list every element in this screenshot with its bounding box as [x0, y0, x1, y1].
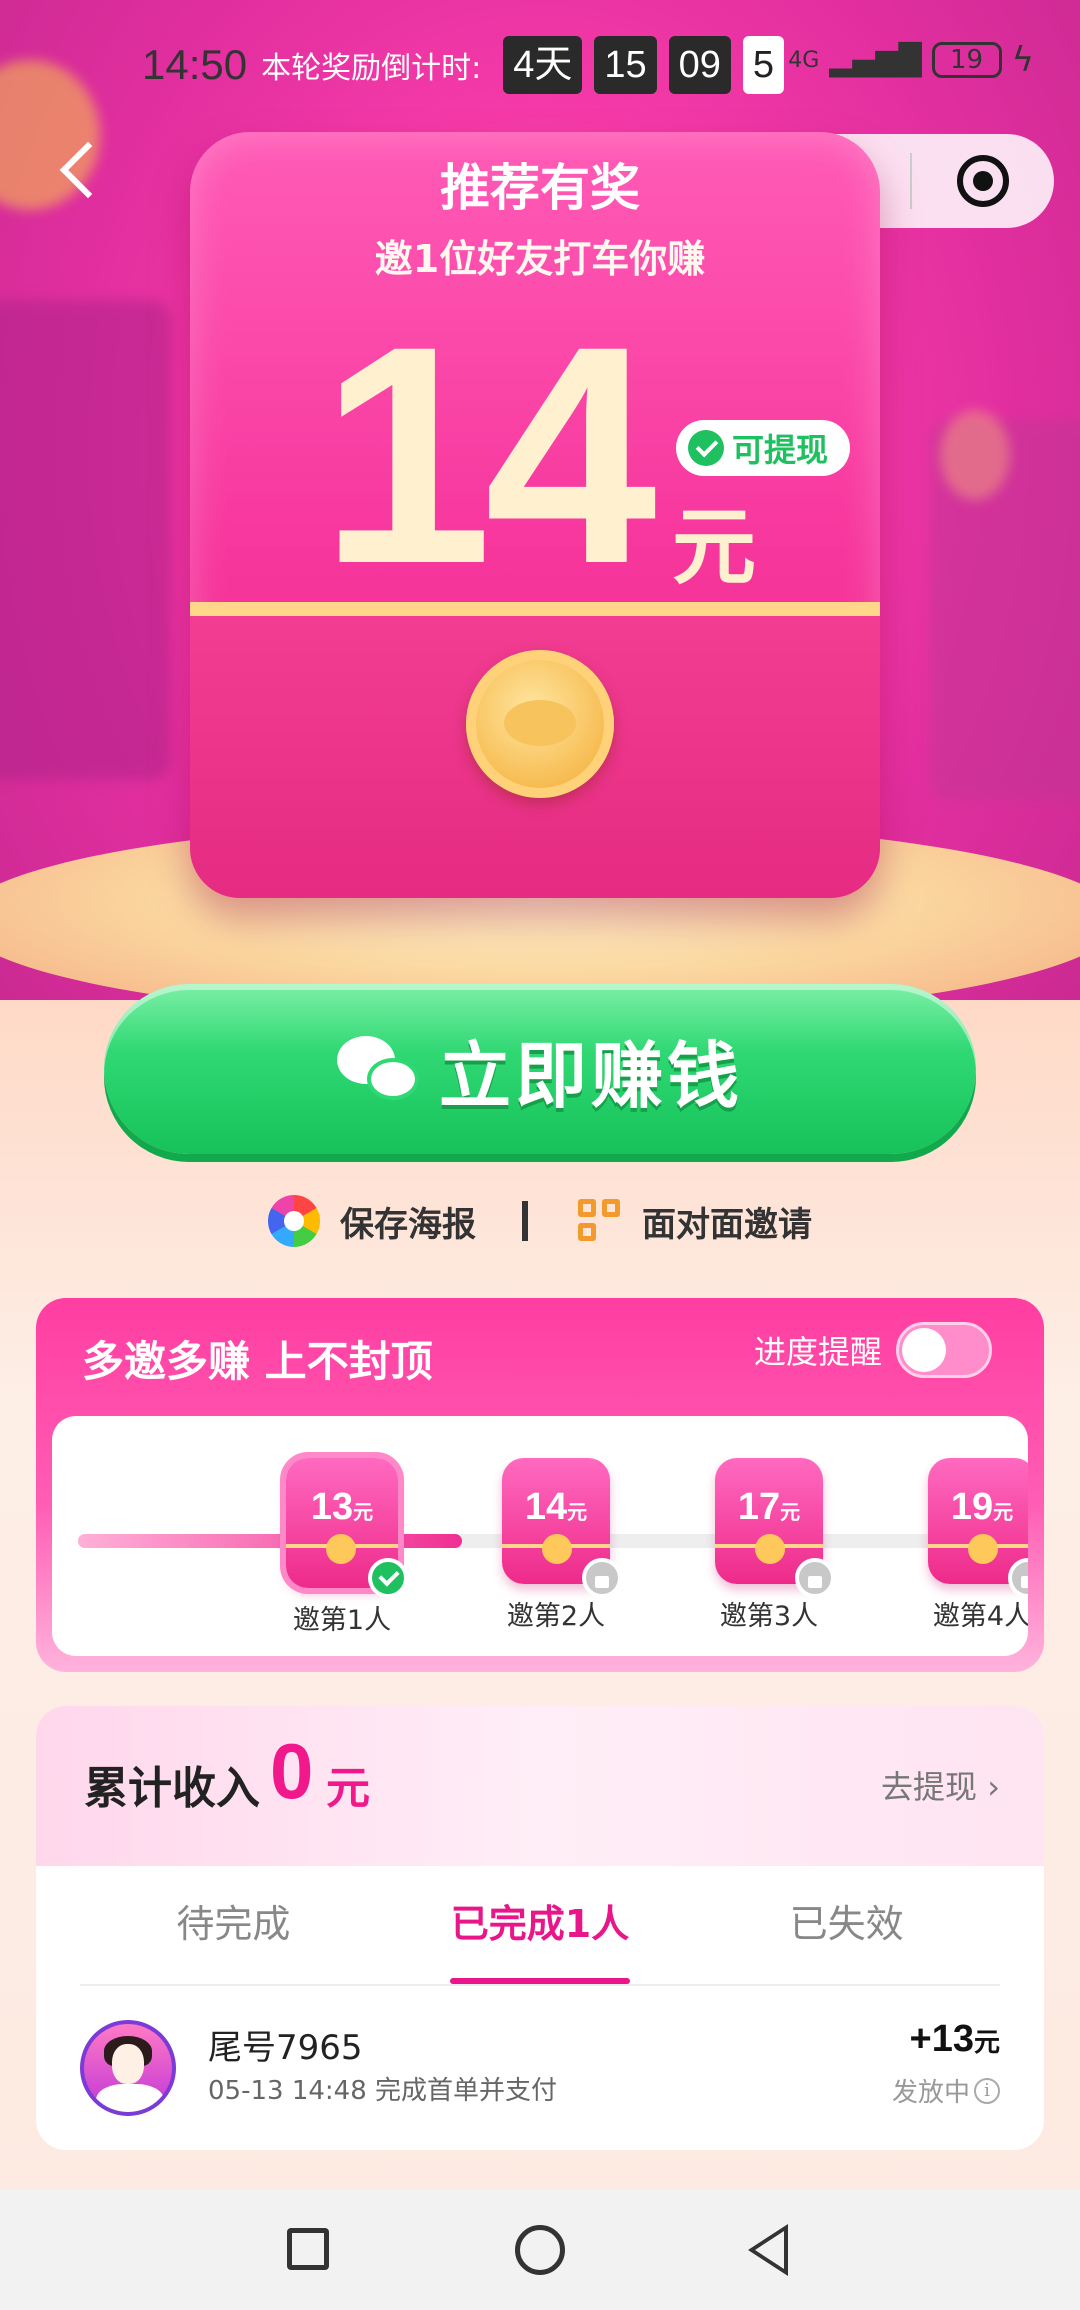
countdown-label: 本轮奖励倒计时: [261, 51, 482, 86]
signal-icon: ▂▄▆█ [829, 42, 922, 78]
share-options: 保存海报 面对面邀请 [0, 1186, 1080, 1256]
lock-icon [795, 1558, 835, 1598]
income-amount: 0 [270, 1727, 314, 1815]
progress-reminder-toggle[interactable] [896, 1322, 992, 1378]
qr-code-icon [578, 1199, 622, 1243]
save-poster-button[interactable]: 保存海报 [268, 1195, 476, 1247]
step-4: 19元 邀第4人 [922, 1458, 1028, 1633]
check-icon [368, 1558, 408, 1598]
withdrawable-badge: 可提现 [676, 420, 851, 476]
step-label: 邀第1人 [292, 1605, 392, 1636]
record-tabs: 待完成 已完成1人 已失效 [80, 1882, 1000, 1986]
status-time: 14:50 [142, 41, 248, 88]
withdrawable-label: 可提现 [732, 431, 829, 469]
back-button[interactable] [748, 2224, 788, 2276]
earn-now-button[interactable]: 立即赚钱 [104, 984, 976, 1154]
record-desc: 05-13 14:48 完成首单并支付 [208, 2076, 558, 2106]
step-1: 13元 邀第1人 [282, 1458, 408, 1637]
share-divider [522, 1201, 528, 1241]
income-unit: 元 [326, 1763, 370, 1814]
progress-fill [78, 1534, 462, 1548]
home-button[interactable] [515, 2225, 565, 2275]
record-status: 发放中 i [892, 2072, 1000, 2109]
charging-icon: ϟ [1011, 40, 1034, 80]
decor-building-left [0, 300, 170, 780]
battery-icon: 19 [931, 42, 1002, 78]
decor-coin-right [940, 410, 1010, 500]
step-amount: 14 [524, 1486, 568, 1528]
step-amount: 19 [950, 1486, 994, 1528]
lock-icon [582, 1558, 622, 1598]
countdown-days: 4天 [503, 36, 583, 94]
page-subtitle: 邀1位好友打车你赚 [374, 237, 706, 281]
page-title: 推荐有奖 [440, 159, 640, 217]
photos-icon [268, 1195, 320, 1247]
step-label: 邀第4人 [932, 1601, 1028, 1632]
record-status-label: 发放中 [891, 2078, 970, 2108]
progress-reminder: 进度提醒 [754, 1322, 992, 1378]
step-amount: 13 [310, 1486, 354, 1528]
income-card: 累计收入 0 元 去提现 › 待完成 已完成1人 已失效 尾号7965 05-1… [36, 1706, 1044, 2150]
avatar [80, 2020, 176, 2116]
list-item[interactable]: 尾号7965 05-13 14:48 完成首单并支付 +13元 发放中 i [80, 2018, 1000, 2120]
reward-amount: 14 [320, 281, 657, 628]
recent-apps-button[interactable] [287, 2228, 329, 2270]
step-label: 邀第3人 [719, 1601, 819, 1632]
countdown-hours: 15 [594, 36, 657, 94]
wechat-icon [336, 1036, 421, 1102]
reward-unit: 元 [672, 498, 757, 596]
pig-coin-icon [466, 650, 614, 798]
save-poster-label: 保存海报 [340, 1204, 476, 1245]
invite-progress-title: 多邀多赚 上不封顶 [82, 1337, 433, 1386]
face-invite-label: 面对面邀请 [642, 1204, 812, 1245]
invite-progress-card: 多邀多赚 上不封顶 进度提醒 13元 邀第1人 14元 邀第2人 17元 邀第3… [36, 1298, 1044, 1672]
tab-pending[interactable]: 待完成 [80, 1882, 387, 1984]
network-4g-icon: 4G [788, 47, 820, 73]
record-name: 尾号7965 [208, 2028, 363, 2068]
step-amount: 17 [737, 1486, 781, 1528]
earn-now-label: 立即赚钱 [438, 1033, 743, 1118]
progress-reminder-label: 进度提醒 [753, 1333, 882, 1371]
steps-panel: 13元 邀第1人 14元 邀第2人 17元 邀第3人 19元 邀第4人 [52, 1416, 1028, 1656]
tab-completed[interactable]: 已完成1人 [387, 1882, 694, 1984]
face-invite-button[interactable]: 面对面邀请 [578, 1197, 812, 1246]
step-3: 17元 邀第3人 [709, 1458, 835, 1633]
wechat-check-icon [688, 430, 724, 466]
status-indicators: 4G ▂▄▆█ 19 ϟ [788, 40, 1034, 80]
status-bar: 14:50 本轮奖励倒计时: 4天 15 09 5 4G ▂▄▆█ 19 ϟ [0, 30, 1080, 100]
withdraw-link[interactable]: 去提现 › [881, 1762, 1000, 1808]
income-label: 累计收入 [84, 1763, 260, 1814]
info-icon[interactable]: i [974, 2077, 1000, 2104]
tab-expired[interactable]: 已失效 [693, 1882, 1000, 1984]
countdown-seconds: 5 [742, 36, 785, 94]
system-nav-bar [0, 2190, 1080, 2310]
income-header: 累计收入 0 元 去提现 › [36, 1706, 1044, 1866]
step-2: 14元 邀第2人 [496, 1458, 622, 1633]
countdown-minutes: 09 [668, 36, 731, 94]
step-label: 邀第2人 [506, 1601, 606, 1632]
record-amount: +13元 [909, 2018, 1000, 2060]
